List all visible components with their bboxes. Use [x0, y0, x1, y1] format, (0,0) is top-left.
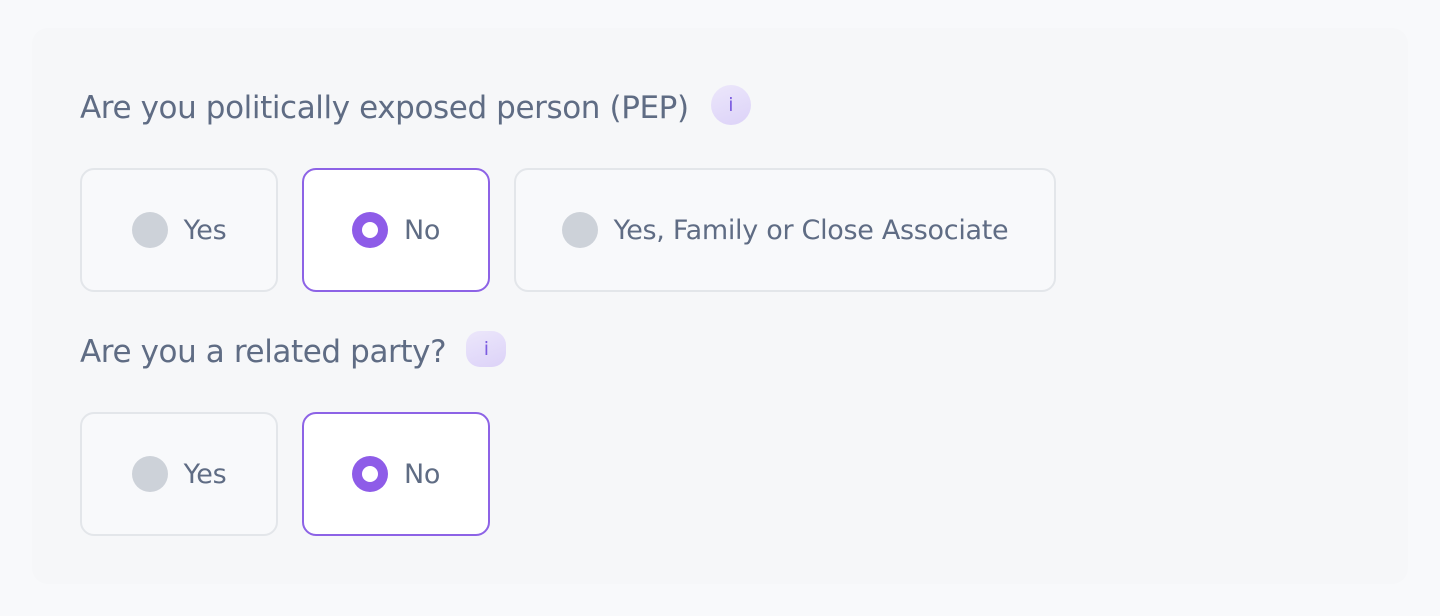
pep-question-text: Are you politically exposed person (PEP) [80, 90, 689, 126]
pep-option-family-associate[interactable]: Yes, Family or Close Associate [514, 168, 1056, 292]
option-label: No [403, 214, 441, 246]
related-party-option-no[interactable]: No [302, 412, 490, 536]
page: Are you politically exposed person (PEP)… [0, 0, 1440, 616]
radio-selected-icon[interactable] [351, 212, 388, 248]
option-label: Yes, Family or Close Associate [613, 214, 1009, 246]
info-icon[interactable]: i [466, 331, 507, 367]
pep-option-yes[interactable]: Yes [80, 168, 278, 292]
option-label: Yes [183, 214, 227, 246]
related-party-question-text: Are you a related party? [80, 334, 447, 370]
pep-option-no[interactable]: No [302, 168, 490, 292]
pep-options: Yes No Yes, Family or Close Associate [80, 168, 1056, 292]
radio-unselected-icon[interactable] [131, 456, 168, 492]
option-label: No [403, 458, 441, 490]
radio-unselected-icon[interactable] [131, 212, 168, 248]
radio-selected-icon[interactable] [351, 456, 388, 492]
info-icon[interactable]: i [710, 85, 751, 125]
pep-question: Are you politically exposed person (PEP)… [80, 82, 751, 134]
related-party-question: Are you a related party? i [80, 326, 507, 378]
radio-unselected-icon[interactable] [561, 212, 598, 248]
related-party-options: Yes No [80, 412, 490, 536]
option-label: Yes [183, 458, 227, 490]
related-party-option-yes[interactable]: Yes [80, 412, 278, 536]
